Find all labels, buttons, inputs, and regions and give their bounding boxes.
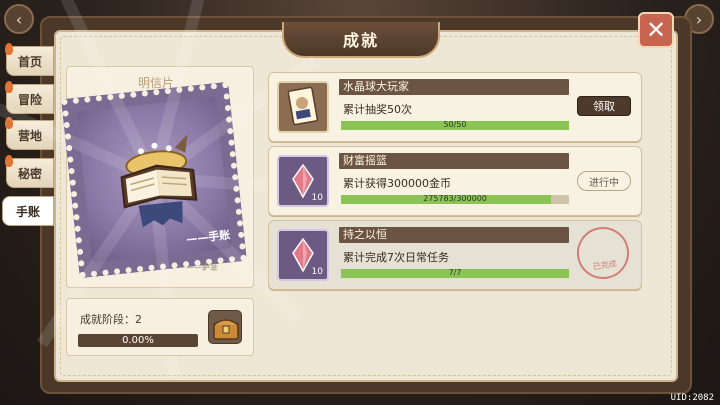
reward-count: 10 (311, 267, 323, 277)
stage-label: 成就阶段：2 (80, 313, 142, 326)
achievement-progress-bar: 7/7 (341, 268, 569, 278)
achievement-name: 水晶球大玩家 (339, 79, 569, 95)
achievement-progress-text: 275783/300000 (423, 194, 487, 203)
open-book-icon (120, 134, 198, 228)
achievement-row: 水晶球大玩家 累计抽奖50次 50/50 领取 (268, 72, 642, 142)
postcard-signature: ——萨菲 (186, 263, 218, 272)
tab-journal[interactable]: 手账 (2, 196, 54, 226)
stamp-background: ——手账 (0, 0, 354, 378)
notification-dot (5, 43, 13, 55)
tab-home[interactable]: 首页 (5, 43, 54, 76)
treasure-chest-button[interactable] (208, 310, 242, 344)
achievement-row: 10 财富摇篮 累计获得300000金币 275783/300000 进行中 (268, 146, 642, 216)
in-progress-button[interactable]: 进行中 (577, 171, 631, 191)
achievement-row: 10 持之以恒 累计完成7次日常任务 7/7 已完成 (268, 220, 642, 290)
treasure-chest-icon (213, 319, 239, 340)
crystal-icon: 10 (277, 229, 329, 281)
tab-label: 首页 (17, 54, 42, 69)
uid-label: UID:2082 (670, 393, 714, 403)
achievement-progress-text: 50/50 (443, 120, 467, 129)
claim-button[interactable]: 领取 (577, 96, 631, 116)
back-arrow-icon[interactable]: ‹ (4, 4, 34, 34)
notification-dot (5, 81, 13, 93)
card-portrait-icon (287, 86, 319, 126)
crystal-icon: 10 (277, 155, 329, 207)
postcard-stamp[interactable]: ——手账 (0, 0, 354, 378)
stage-progress-text: 0.00% (122, 335, 154, 346)
achievement-description: 累计抽奖50次 (343, 103, 412, 116)
notification-dot (5, 155, 13, 167)
tab-secret[interactable]: 秘密 (5, 155, 54, 188)
tab-label: 秘密 (17, 166, 42, 181)
stage-progress-bar: 0.00% (78, 334, 198, 347)
achievement-name: 持之以恒 (339, 227, 569, 243)
completed-stamp: 已完成 (573, 223, 633, 283)
achievement-progress-bar: 50/50 (341, 120, 569, 130)
achievement-progress-bar: 275783/300000 (341, 194, 569, 204)
achievement-progress-text: 7/7 (448, 268, 462, 277)
tab-label: 冒险 (17, 92, 42, 107)
reward-count: 10 (311, 193, 323, 203)
achievement-description: 累计获得300000金币 (343, 177, 451, 190)
page-title: 成就 (282, 22, 440, 58)
achievement-name: 财富摇篮 (339, 153, 569, 169)
close-button[interactable]: ✕ (638, 12, 674, 48)
achievement-description: 累计完成7次日常任务 (343, 251, 449, 264)
close-icon: ✕ (645, 16, 667, 44)
card-icon (277, 81, 329, 133)
tab-label: 手账 (15, 204, 40, 219)
